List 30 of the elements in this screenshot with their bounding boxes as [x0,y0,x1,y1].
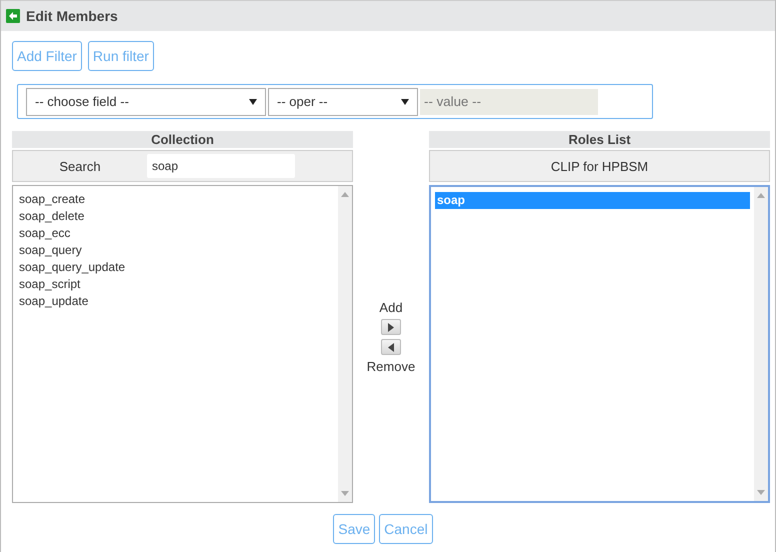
list-item[interactable]: soap_delete [17,208,334,225]
remove-label: Remove [366,359,416,374]
list-item[interactable]: soap_query_update [17,259,334,276]
scroll-up-icon[interactable] [757,193,765,198]
left-arrow-icon [388,342,394,352]
scrollbar[interactable] [338,186,352,502]
scroll-down-icon[interactable] [341,491,349,496]
list-item[interactable]: soap_ecc [17,225,334,242]
back-arrow-icon[interactable] [6,9,20,23]
panel-header: Collection [12,131,353,148]
role-name: CLIP for HPBSM [550,158,650,174]
add-button[interactable] [381,319,401,335]
caret-icon [401,98,409,104]
window-title: Edit Members [26,8,118,24]
scroll-down-icon[interactable] [757,490,765,495]
add-label: Add [379,300,403,315]
search-label: Search [58,158,102,174]
search-field[interactable]: soap [147,154,295,178]
panel-header: Roles List [429,131,770,148]
scroll-up-icon[interactable] [341,192,349,197]
caret-icon [249,98,257,104]
list-item[interactable]: soap_update [17,293,334,310]
list-item[interactable]: soap_script [17,276,334,293]
field-select[interactable]: -- choose field -- [26,88,266,116]
right-arrow-icon [388,322,394,332]
remove-button[interactable] [381,339,401,355]
operator-select[interactable]: -- oper -- [268,88,418,116]
scrollbar[interactable] [754,187,768,501]
list-item[interactable]: soap_query [17,242,334,259]
list-item[interactable]: soap_create [17,191,334,208]
